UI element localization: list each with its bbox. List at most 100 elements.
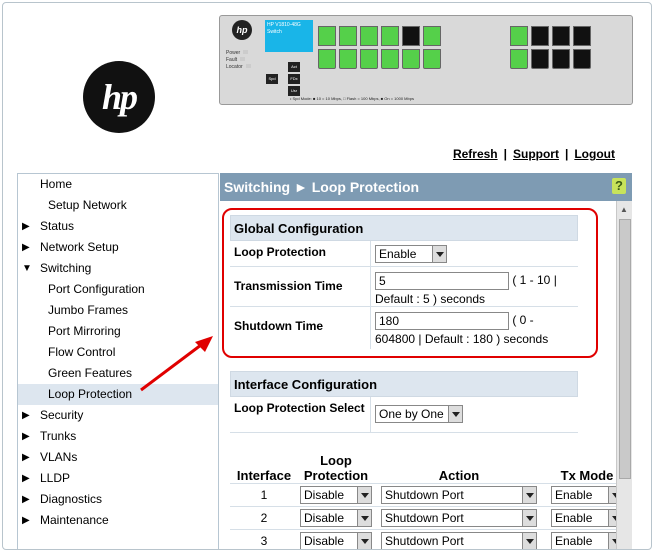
loop-protection-select[interactable]: Disable <box>300 532 372 549</box>
port-icon <box>339 26 357 46</box>
tx-mode-select[interactable]: Enable <box>551 532 616 549</box>
tx-mode-cell: Enable <box>544 506 616 530</box>
power-led-label: Power <box>226 50 251 57</box>
sidebar-item-trunks[interactable]: ▶ Trunks <box>18 426 218 447</box>
sidebar-item-label: VLANs <box>40 450 78 464</box>
port-icon <box>381 26 399 46</box>
locator-led-label: Locator <box>226 64 251 71</box>
column-header-interface: Interface <box>230 453 298 484</box>
action-cell: Shutdown Port <box>374 506 544 530</box>
vertical-scrollbar[interactable]: ▲ <box>616 201 632 549</box>
action-select[interactable]: Shutdown Port <box>381 532 537 549</box>
column-header-tx-mode: Tx Mode <box>544 453 616 484</box>
sidebar-item-label: Green Features <box>48 366 133 380</box>
tx-mode-select[interactable]: Enable <box>551 509 616 527</box>
switch-model-text: HP V1810-48G <box>267 22 301 28</box>
sidebar-item-label: Loop Protection <box>48 387 133 401</box>
table-row: 2 Disable Shutdown Port Enable <box>230 506 616 530</box>
table-row: 1 Disable Shutdown Port Enable <box>230 483 616 507</box>
status-leds: Power Fault Locator <box>226 50 251 71</box>
port-icon <box>339 49 357 69</box>
sidebar-item-lldp[interactable]: ▶ LLDP <box>18 468 218 489</box>
refresh-link[interactable]: Refresh <box>453 147 498 161</box>
sidebar-item-switching[interactable]: ▼ Switching <box>18 258 218 279</box>
port-icon <box>552 26 570 46</box>
sidebar-item-label: Jumbo Frames <box>48 303 129 317</box>
spd-button: Spd <box>266 74 278 84</box>
logout-link[interactable]: Logout <box>574 147 615 161</box>
support-link[interactable]: Support <box>513 147 559 161</box>
loop-protection-select-cell: One by One <box>370 397 578 432</box>
column-header-action: Action <box>374 453 544 484</box>
scrollbar-thumb[interactable] <box>619 219 631 479</box>
switch-label: HP V1810-48G Switch <box>265 20 313 52</box>
chevron-down-icon <box>522 533 536 549</box>
interface-table: Interface Loop Protection Action Tx Mode… <box>230 453 616 549</box>
chevron-down-icon <box>357 510 371 526</box>
top-links: Refresh | Support | Logout <box>453 147 615 161</box>
loop-protection-select[interactable]: Disable <box>300 509 372 527</box>
sidebar-item-label: Trunks <box>40 429 77 443</box>
sidebar-item-setup-network[interactable]: Setup Network <box>18 195 218 216</box>
loop-protection-select-label: Loop Protection Select <box>234 401 365 415</box>
port-icon <box>423 49 441 69</box>
caret-right-icon: ▶ <box>22 431 30 442</box>
sidebar-item-vlans[interactable]: ▶ VLANs <box>18 447 218 468</box>
sidebar-item-security[interactable]: ▶ Security <box>18 405 218 426</box>
interface-configuration-heading: Interface Configuration <box>230 371 578 397</box>
table-header-row: Interface Loop Protection Action Tx Mode <box>230 453 616 484</box>
sidebar-item-label: Maintenance <box>40 513 109 527</box>
action-cell: Shutdown Port <box>374 529 544 549</box>
port-icon <box>318 49 336 69</box>
page-title-bar: Switching ► Loop Protection ? <box>220 173 632 201</box>
loop-protection-cell: Disable <box>298 529 374 549</box>
sidebar-item-label: Network Setup <box>40 240 119 254</box>
port-icon <box>381 49 399 69</box>
loop-protection-cell: Disable <box>298 483 374 507</box>
sidebar-item-jumbo-frames[interactable]: Jumbo Frames <box>18 300 218 321</box>
port-group-2 <box>510 26 591 69</box>
page-title: Switching ► Loop Protection <box>224 179 420 195</box>
loop-protection-mode-select[interactable]: One by One <box>375 405 463 423</box>
interface-number-cell: 3 <box>230 529 298 549</box>
port-icon <box>552 49 570 69</box>
caret-right-icon: ▶ <box>22 515 30 526</box>
loop-protection-cell: Disable <box>298 506 374 530</box>
chevron-down-icon <box>357 533 371 549</box>
action-select[interactable]: Shutdown Port <box>381 509 537 527</box>
hp-mini-logo: hp <box>232 20 252 40</box>
sidebar-item-label: Security <box>40 408 84 422</box>
sidebar-item-maintenance[interactable]: ▶ Maintenance <box>18 510 218 531</box>
chevron-down-icon <box>522 510 536 526</box>
action-select[interactable]: Shutdown Port <box>381 486 537 504</box>
port-icon <box>402 26 420 46</box>
port-icon <box>573 26 591 46</box>
help-icon[interactable]: ? <box>612 178 626 194</box>
fault-led-label: Fault <box>226 57 251 64</box>
caret-right-icon: ▶ <box>22 494 30 505</box>
tx-mode-select[interactable]: Enable <box>551 486 616 504</box>
caret-down-icon: ▼ <box>22 263 32 274</box>
hp-logo: hp <box>83 61 155 133</box>
tx-mode-cell: Enable <box>544 529 616 549</box>
caret-right-icon: ▶ <box>22 410 30 421</box>
port-icon <box>510 26 528 46</box>
sidebar-item-status[interactable]: ▶ Status <box>18 216 218 237</box>
scroll-up-icon[interactable]: ▲ <box>620 205 628 214</box>
sidebar-item-diagnostics[interactable]: ▶ Diagnostics <box>18 489 218 510</box>
sidebar-item-label: Port Mirroring <box>48 324 121 338</box>
sidebar-item-network-setup[interactable]: ▶ Network Setup <box>18 237 218 258</box>
port-icon <box>573 49 591 69</box>
port-icon <box>531 26 549 46</box>
link-separator: | <box>564 147 569 161</box>
interface-configuration-section: Interface Configuration Loop Protection … <box>230 371 578 433</box>
loop-protection-select-row: Loop Protection Select One by One <box>230 397 578 433</box>
speed-mode-legend: • Spd Mode: ■ 10 = 10 Mbps, □ Flash = 10… <box>290 96 414 101</box>
tx-mode-cell: Enable <box>544 483 616 507</box>
sidebar-item-home[interactable]: Home <box>18 174 218 195</box>
browser-frame: hp hp HP V1810-48G Switch Power Fault Lo… <box>2 2 652 550</box>
usr-button: Usr <box>288 86 300 96</box>
loop-protection-select[interactable]: Disable <box>300 486 372 504</box>
interface-number-cell: 1 <box>230 483 298 507</box>
sidebar-item-port-configuration[interactable]: Port Configuration <box>18 279 218 300</box>
